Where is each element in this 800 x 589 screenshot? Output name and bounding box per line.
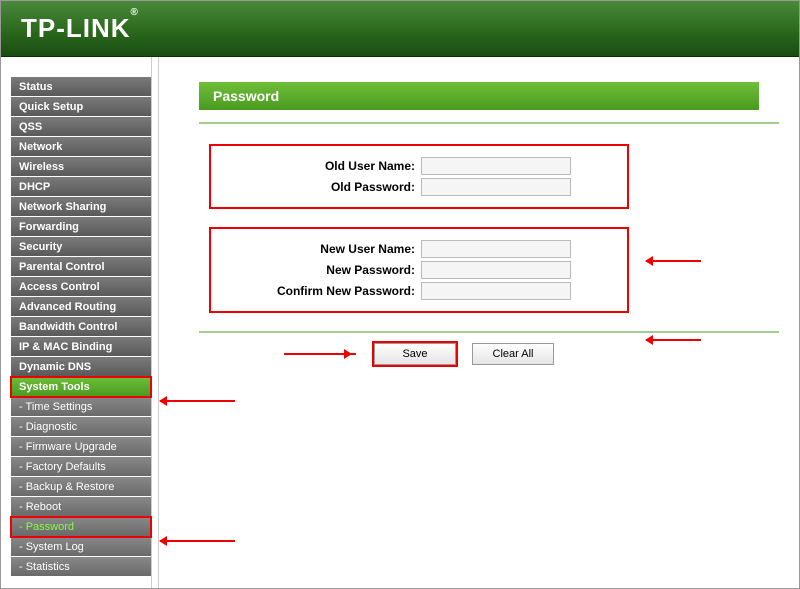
divider [151, 57, 159, 588]
nav-wireless[interactable]: Wireless [11, 157, 151, 177]
nav-system-tools[interactable]: System Tools [11, 377, 151, 397]
new-user-input[interactable] [421, 240, 571, 258]
nav-parental-control[interactable]: Parental Control [11, 257, 151, 277]
nav-backup-restore[interactable]: - Backup & Restore [11, 477, 151, 497]
main-content: Password Old User Name: Old Password: Ne… [159, 57, 799, 588]
annotation-arrow-icon [160, 400, 235, 402]
annotation-arrow-icon [160, 540, 235, 542]
brand-logo: TP-LINK® [21, 13, 139, 44]
header: TP-LINK® [1, 1, 799, 57]
nav-bandwidth-control[interactable]: Bandwidth Control [11, 317, 151, 337]
nav-diagnostic[interactable]: - Diagnostic [11, 417, 151, 437]
annotation-arrow-icon [646, 339, 701, 341]
clear-all-button[interactable]: Clear All [472, 343, 554, 365]
nav-network-sharing[interactable]: Network Sharing [11, 197, 151, 217]
nav-network[interactable]: Network [11, 137, 151, 157]
nav-access-control[interactable]: Access Control [11, 277, 151, 297]
button-row: Save Clear All [374, 343, 779, 365]
nav-statistics[interactable]: - Statistics [11, 557, 151, 577]
old-pass-label: Old Password: [221, 180, 421, 194]
nav-status[interactable]: Status [11, 77, 151, 97]
annotation-arrow-icon [646, 260, 701, 262]
nav-ip-mac-binding[interactable]: IP & MAC Binding [11, 337, 151, 357]
nav-advanced-routing[interactable]: Advanced Routing [11, 297, 151, 317]
nav-reboot[interactable]: - Reboot [11, 497, 151, 517]
nav-security[interactable]: Security [11, 237, 151, 257]
old-pass-input[interactable] [421, 178, 571, 196]
confirm-pass-label: Confirm New Password: [221, 284, 421, 298]
nav-system-log[interactable]: - System Log [11, 537, 151, 557]
nav-firmware-upgrade[interactable]: - Firmware Upgrade [11, 437, 151, 457]
new-user-label: New User Name: [221, 242, 421, 256]
save-button[interactable]: Save [374, 343, 456, 365]
nav-quick-setup[interactable]: Quick Setup [11, 97, 151, 117]
old-user-label: Old User Name: [221, 159, 421, 173]
sidebar: Status Quick Setup QSS Network Wireless … [1, 57, 151, 588]
nav-list: Status Quick Setup QSS Network Wireless … [11, 77, 151, 577]
nav-password[interactable]: - Password [11, 517, 151, 537]
divider-line [199, 122, 779, 124]
confirm-pass-input[interactable] [421, 282, 571, 300]
new-credentials-group: New User Name: New Password: Confirm New… [209, 227, 629, 313]
nav-dynamic-dns[interactable]: Dynamic DNS [11, 357, 151, 377]
annotation-arrow-icon [284, 353, 356, 355]
divider-line-2 [199, 331, 779, 333]
new-pass-label: New Password: [221, 263, 421, 277]
nav-qss[interactable]: QSS [11, 117, 151, 137]
old-user-input[interactable] [421, 157, 571, 175]
nav-dhcp[interactable]: DHCP [11, 177, 151, 197]
nav-factory-defaults[interactable]: - Factory Defaults [11, 457, 151, 477]
nav-forwarding[interactable]: Forwarding [11, 217, 151, 237]
page-title: Password [199, 82, 759, 110]
new-pass-input[interactable] [421, 261, 571, 279]
nav-time-settings[interactable]: - Time Settings [11, 397, 151, 417]
old-credentials-group: Old User Name: Old Password: [209, 144, 629, 209]
